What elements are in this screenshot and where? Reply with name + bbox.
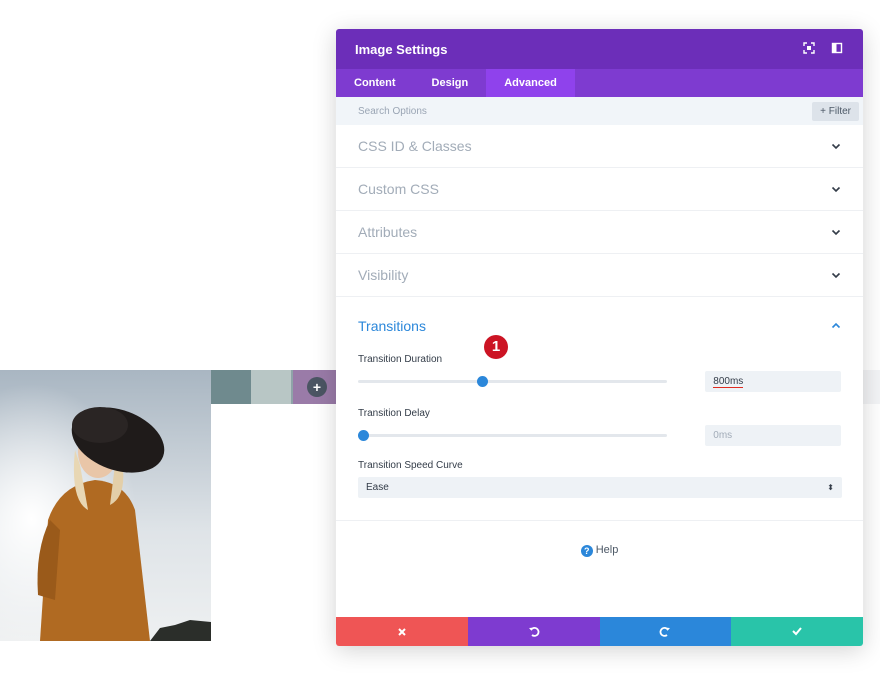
search-bar: + Filter (336, 97, 863, 125)
section-label: Custom CSS (358, 181, 439, 197)
transition-delay-slider[interactable] (357, 430, 668, 441)
transition-duration-input[interactable]: 800ms (705, 371, 841, 392)
section-label: Attributes (358, 224, 418, 240)
modal-tabs: Content Design Advanced (336, 69, 863, 97)
transition-speed-curve-label: Transition Speed Curve (358, 460, 463, 471)
help-link[interactable]: ? Help (336, 544, 863, 557)
check-icon (792, 627, 802, 636)
section-label: CSS ID & Classes (358, 138, 472, 154)
chevron-down-icon (831, 229, 841, 236)
redo-button[interactable] (599, 617, 732, 646)
section-custom-css[interactable]: Custom CSS (336, 168, 863, 211)
modal-header: Image Settings (336, 29, 863, 69)
slider-handle[interactable] (357, 430, 369, 441)
close-icon (398, 628, 406, 636)
redo-icon (660, 627, 671, 637)
filter-button[interactable]: + Filter (812, 101, 859, 121)
transition-duration-label: Transition Duration (358, 354, 443, 365)
woman-photo (0, 370, 211, 641)
transition-delay-label: Transition Delay (358, 408, 430, 419)
section-visibility[interactable]: Visibility (336, 254, 863, 297)
section-attributes[interactable]: Attributes (336, 211, 863, 254)
add-module-button[interactable]: + (307, 377, 327, 397)
cancel-button[interactable] (336, 617, 468, 646)
transition-delay-input[interactable]: 0ms (705, 425, 841, 446)
chevron-up-icon (831, 322, 841, 328)
section-label: Transitions (358, 317, 426, 334)
modal-footer (336, 617, 863, 646)
tab-design[interactable]: Design (414, 69, 487, 97)
undo-button[interactable] (467, 617, 600, 646)
search-options-input[interactable] (358, 105, 813, 117)
select-arrows-icon: ⬍ (827, 483, 834, 492)
image-settings-modal: Image Settings Content Design Advanced +… (336, 29, 863, 646)
transition-duration-row: 800ms (358, 371, 841, 392)
undo-icon (528, 627, 539, 637)
help-label: Help (595, 544, 619, 556)
fullscreen-icon[interactable] (802, 42, 816, 56)
split-view-icon[interactable] (830, 42, 844, 56)
select-value: Ease (366, 482, 389, 493)
modal-title: Image Settings (355, 41, 448, 57)
chevron-down-icon (831, 143, 841, 150)
tab-advanced[interactable]: Advanced (486, 69, 575, 97)
chevron-down-icon (831, 186, 841, 193)
annotation-badge: 1 (484, 335, 508, 359)
chevron-down-icon (831, 272, 841, 279)
transition-delay-row: 0ms (357, 425, 841, 446)
slider-handle[interactable] (476, 376, 488, 387)
transitions-header[interactable]: Transitions (358, 297, 841, 354)
transition-duration-slider[interactable] (358, 376, 668, 387)
section-css-id-classes[interactable]: CSS ID & Classes (336, 125, 863, 168)
input-value: 800ms (713, 376, 744, 388)
transition-speed-curve-select[interactable]: Ease ⬍ (358, 477, 842, 498)
save-button[interactable] (731, 617, 863, 646)
tab-content[interactable]: Content (336, 69, 414, 97)
help-icon: ? (580, 545, 593, 557)
section-label: Visibility (358, 267, 409, 283)
section-transitions: Transitions Transition Duration 800ms Tr… (336, 297, 863, 521)
